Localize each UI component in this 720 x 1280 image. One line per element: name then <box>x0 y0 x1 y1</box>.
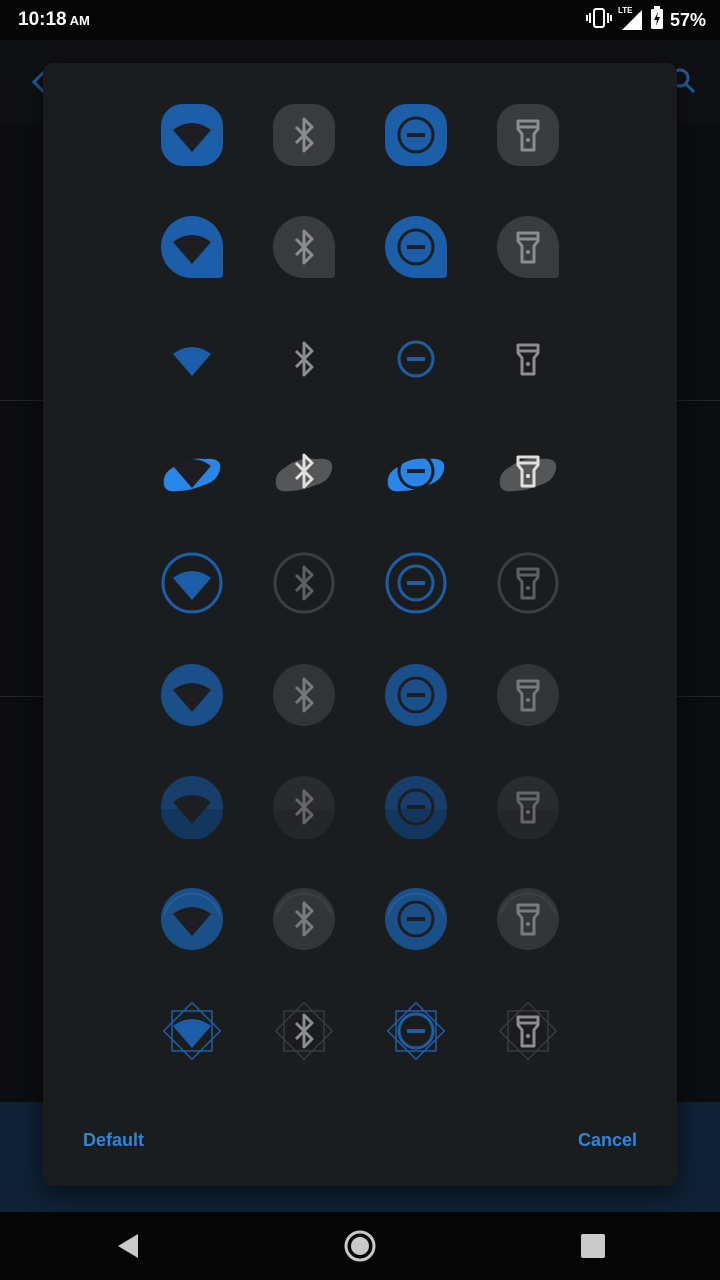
dialog-actions: Default Cancel <box>43 1096 677 1186</box>
bluetooth-icon <box>273 888 335 950</box>
tile-style-option-circle-horizon-do-not-disturb[interactable] <box>384 775 448 839</box>
tile-style-option-plain-do-not-disturb[interactable] <box>384 327 448 391</box>
tile-style-option-diamond-flashlight[interactable] <box>496 999 560 1063</box>
do-not-disturb-icon <box>385 776 447 839</box>
tile-style-option-circle-gradient-flashlight[interactable] <box>496 663 560 727</box>
bluetooth-icon <box>275 453 333 492</box>
tile-style-option-plain-bluetooth[interactable] <box>272 327 336 391</box>
flashlight-icon <box>497 888 559 950</box>
flashlight-icon <box>498 1001 558 1061</box>
flashlight-icon <box>497 104 559 166</box>
default-button[interactable]: Default <box>83 1124 144 1157</box>
do-not-disturb-icon <box>385 888 447 950</box>
do-not-disturb-icon <box>385 216 447 278</box>
status-time: 10:18 AM <box>18 9 90 30</box>
back-icon[interactable] <box>110 1228 146 1264</box>
tile-style-option-circle-horizon-wifi[interactable] <box>160 775 224 839</box>
wifi-icon <box>161 552 223 614</box>
do-not-disturb-icon <box>385 104 447 166</box>
do-not-disturb-icon <box>387 452 445 492</box>
tile-style-option-circle-bevel-wifi[interactable] <box>160 887 224 951</box>
tile-style-option-brush-wifi[interactable] <box>160 439 224 503</box>
tile-style-option-teardrop-flashlight[interactable] <box>496 215 560 279</box>
wifi-icon <box>161 776 223 839</box>
tile-style-option-diamond-do-not-disturb[interactable] <box>384 999 448 1063</box>
tile-style-option-circle-gradient-wifi[interactable] <box>160 663 224 727</box>
wifi-icon <box>161 216 223 278</box>
navigation-bar <box>0 1212 720 1280</box>
wifi-icon <box>161 104 223 166</box>
tile-style-option-circle-bevel-bluetooth[interactable] <box>272 887 336 951</box>
tile-style-option-teardrop-do-not-disturb[interactable] <box>384 215 448 279</box>
bluetooth-icon <box>273 104 335 166</box>
tile-style-option-circle-gradient-bluetooth[interactable] <box>272 663 336 727</box>
flashlight-icon <box>497 552 559 614</box>
tile-style-option-circle-bevel-do-not-disturb[interactable] <box>384 887 448 951</box>
tile-style-option-squircle-bluetooth[interactable] <box>272 103 336 167</box>
recents-icon[interactable] <box>575 1228 611 1264</box>
do-not-disturb-icon <box>385 552 447 614</box>
signal-icon: LTE <box>617 6 644 32</box>
wifi-icon <box>162 1001 222 1061</box>
do-not-disturb-icon <box>385 664 447 726</box>
vibrate-icon <box>585 7 612 34</box>
tile-style-dialog: Default Cancel <box>43 63 677 1186</box>
bluetooth-icon <box>273 552 335 614</box>
tile-style-option-squircle-flashlight[interactable] <box>496 103 560 167</box>
tile-style-option-ring-do-not-disturb[interactable] <box>384 551 448 615</box>
wifi-icon <box>173 347 211 376</box>
tile-style-option-plain-flashlight[interactable] <box>496 327 560 391</box>
tile-style-option-squircle-do-not-disturb[interactable] <box>384 103 448 167</box>
tile-style-option-diamond-bluetooth[interactable] <box>272 999 336 1063</box>
tile-style-option-circle-horizon-flashlight[interactable] <box>496 775 560 839</box>
cancel-button[interactable]: Cancel <box>578 1124 637 1157</box>
flashlight-icon <box>497 776 559 839</box>
tile-style-option-teardrop-bluetooth[interactable] <box>272 215 336 279</box>
battery-charging-icon <box>650 5 664 35</box>
wifi-icon <box>161 888 223 950</box>
tile-style-option-brush-flashlight[interactable] <box>496 439 560 503</box>
network-type-label: LTE <box>617 6 633 15</box>
bluetooth-icon <box>294 341 314 377</box>
bluetooth-icon <box>273 776 335 839</box>
tile-style-option-ring-bluetooth[interactable] <box>272 551 336 615</box>
battery-percent: 57% <box>669 9 706 30</box>
tile-style-option-ring-wifi[interactable] <box>160 551 224 615</box>
tile-style-option-brush-do-not-disturb[interactable] <box>384 439 448 503</box>
tile-style-option-circle-bevel-flashlight[interactable] <box>496 887 560 951</box>
tile-style-option-plain-wifi[interactable] <box>160 327 224 391</box>
tile-style-option-brush-bluetooth[interactable] <box>272 439 336 503</box>
flashlight-icon <box>497 216 559 278</box>
bluetooth-icon <box>274 1001 334 1061</box>
tile-style-option-teardrop-wifi[interactable] <box>160 215 224 279</box>
bluetooth-icon <box>273 664 335 726</box>
home-icon[interactable] <box>342 1228 378 1264</box>
tile-style-option-squircle-wifi[interactable] <box>160 103 224 167</box>
status-icons: LTE 57% <box>585 5 706 35</box>
wifi-icon <box>163 458 221 492</box>
tile-style-option-diamond-wifi[interactable] <box>160 999 224 1063</box>
tile-style-option-circle-horizon-bluetooth[interactable] <box>272 775 336 839</box>
tile-style-option-circle-gradient-do-not-disturb[interactable] <box>384 663 448 727</box>
flashlight-icon <box>497 664 559 726</box>
tile-style-grid <box>43 63 677 1063</box>
bluetooth-icon <box>273 216 335 278</box>
flashlight-icon <box>516 343 540 376</box>
flashlight-icon <box>499 455 557 492</box>
do-not-disturb-icon <box>397 340 435 378</box>
do-not-disturb-icon <box>386 1001 446 1061</box>
wifi-icon <box>161 664 223 726</box>
tile-style-option-ring-flashlight[interactable] <box>496 551 560 615</box>
status-bar: 10:18 AM LTE 57% <box>0 0 720 40</box>
